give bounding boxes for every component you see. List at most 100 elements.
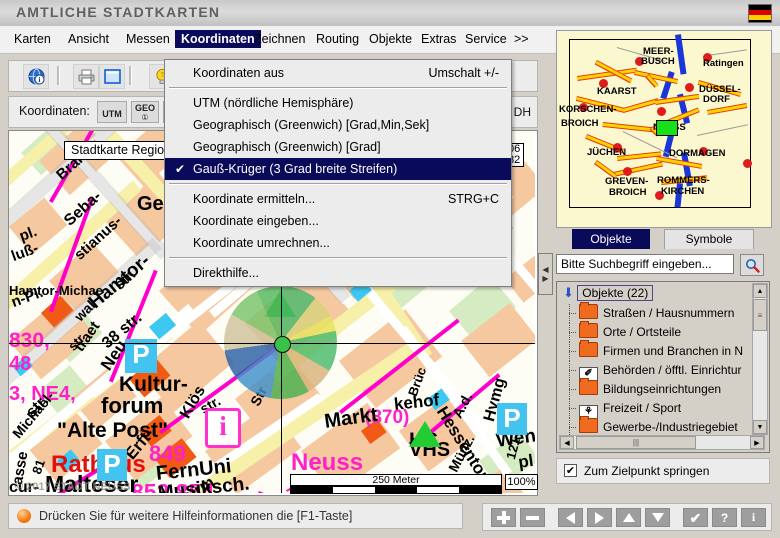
search-button[interactable] xyxy=(740,254,764,276)
river xyxy=(675,34,687,75)
overview-place-label: DORMAGEN xyxy=(669,148,726,159)
menu-item-extras[interactable]: Extras xyxy=(415,30,462,48)
dropdown-item-label: Koordinate eingeben... xyxy=(193,214,319,228)
panel-splitter-handle[interactable]: ◀ ▶ xyxy=(538,253,553,295)
tree-connector-tick xyxy=(569,427,576,429)
menu-item-service[interactable]: Service xyxy=(459,30,513,48)
dropdown-item-11[interactable]: Direkthilfe... xyxy=(165,262,511,284)
objects-tree[interactable]: ⬇ Objekte (22) Straßen / Hausnummern Orte … xyxy=(556,281,770,453)
koordinaten-dropdown-menu[interactable]: Koordinaten aus Umschalt +/- UTM (nördlich… xyxy=(164,59,512,287)
zoom-level-indicator[interactable]: 100% xyxy=(505,474,538,490)
menu-item-routing[interactable]: Routing xyxy=(310,30,365,48)
pan-right-button[interactable] xyxy=(587,508,612,527)
scroll-right-icon[interactable]: ▶ xyxy=(750,436,764,449)
info-button[interactable]: i xyxy=(741,508,766,527)
overview-place-label: KORSCHEN- xyxy=(559,104,617,115)
overview-place-label: GREVEN- xyxy=(605,176,649,187)
arrow-left-icon xyxy=(566,511,575,524)
dropdown-item-label: UTM (nördliche Hemisphäre) xyxy=(193,96,354,110)
printer-icon xyxy=(78,69,94,84)
dropdown-item-4[interactable]: Geographisch (Greenwich) [Grad] xyxy=(165,136,511,158)
map-info-button[interactable]: i xyxy=(23,64,49,89)
tab-objekte[interactable]: Objekte xyxy=(572,229,650,249)
magnifier-icon xyxy=(745,258,760,273)
dropdown-item-0[interactable]: Koordinaten aus Umschalt +/- xyxy=(165,62,511,84)
dropdown-item-9[interactable]: Koordinate umrechnen... xyxy=(165,232,511,254)
tree-item[interactable]: Firmen und Branchen in N xyxy=(557,340,753,361)
coordinate-label: Koordinaten: xyxy=(19,104,90,118)
dropdown-item-label: Koordinate ermitteln... xyxy=(193,192,316,206)
globe-info-icon: i xyxy=(28,68,44,85)
parking-icon-4: P xyxy=(497,403,527,435)
german-flag-icon[interactable] xyxy=(748,4,772,23)
tab-symbole[interactable]: Symbole xyxy=(664,229,754,249)
coord-utm-button[interactable]: UTM xyxy=(97,101,127,123)
window-button[interactable] xyxy=(99,64,125,89)
pan-left-button[interactable] xyxy=(558,508,583,527)
tree-item-label: Behörden / öfftl. Einrichtur xyxy=(603,363,742,377)
menu-item-zeichnen[interactable]: Zeichnen xyxy=(248,30,311,48)
jump-to-target-checkbox[interactable]: ✔ xyxy=(564,464,577,477)
scroll-down-icon[interactable]: ▼ xyxy=(753,420,767,434)
coord-geo1-button[interactable]: GEO ① xyxy=(131,101,159,123)
folder-icon xyxy=(579,340,598,357)
confirm-button[interactable]: ✔ xyxy=(683,508,708,527)
dropdown-item-7[interactable]: Koordinate ermitteln... STRG+C xyxy=(165,188,511,210)
help-button[interactable]: ? xyxy=(712,508,737,527)
down-arrow-icon: ⬇ xyxy=(563,285,574,300)
map-copyright: © 2017 STADT NEUSS xyxy=(15,481,131,493)
tree-vertical-scrollbar[interactable]: ▲ ≡ ▼ xyxy=(752,283,768,435)
dropdown-item-5[interactable]: ✔ Gauß-Krüger (3 Grad breite Streifen) xyxy=(165,158,511,180)
pan-up-button[interactable] xyxy=(616,508,641,527)
jump-to-target-label: Zum Zielpunkt springen xyxy=(584,464,710,478)
tab-objekte-label: Objekte xyxy=(590,232,632,246)
info-icon: i xyxy=(751,510,756,524)
zoom-out-button[interactable] xyxy=(520,508,545,527)
chevron-left-icon: ◀ xyxy=(542,265,549,274)
scale-bar-segments xyxy=(290,486,502,494)
menu-item-objekte[interactable]: Objekte xyxy=(363,30,418,48)
scroll-up-icon[interactable]: ▲ xyxy=(753,284,767,298)
scroll-left-icon[interactable]: ◀ xyxy=(560,436,574,449)
overview-place-label: KAARST xyxy=(597,86,637,97)
title-bar: AMTLICHE STADTKARTEN xyxy=(0,0,780,27)
folder-icon xyxy=(579,416,598,433)
dropdown-item-label: Gauß-Krüger (3 Grad breite Streifen) xyxy=(193,162,398,176)
folder-icon xyxy=(579,321,598,338)
overview-place-label: BROICH xyxy=(609,187,647,198)
arrow-up-icon xyxy=(622,513,635,522)
tree-item[interactable]: Bildungseinrichtungen xyxy=(557,378,753,399)
search-input[interactable] xyxy=(556,254,734,274)
tree-root-label: Objekte (22) xyxy=(577,285,654,301)
folder-icon xyxy=(579,302,598,319)
overview-map[interactable]: MEER- BUSCH Ratingen KAARST DÜSSEL- DORF KORSC… xyxy=(556,30,772,228)
map-label: pl. xyxy=(517,450,535,472)
target-point-marker[interactable] xyxy=(274,336,291,353)
menu-item-[interactable]: >> xyxy=(508,30,535,48)
menu-item-messen[interactable]: Messen xyxy=(120,30,176,48)
tab-symbole-label: Symbole xyxy=(685,232,733,246)
jump-to-target-row: ✔ Zum Zielpunkt springen xyxy=(556,458,770,484)
tree-item-label: Firmen und Branchen in N xyxy=(603,344,744,358)
dropdown-item-2[interactable]: UTM (nördliche Hemisphäre) xyxy=(165,92,511,114)
dropdown-item-3[interactable]: Geographisch (Greenwich) [Grad,Min,Sek] xyxy=(165,114,511,136)
question-icon: ? xyxy=(720,510,729,525)
tree-root[interactable]: ⬇ Objekte (22) xyxy=(563,284,654,302)
zoom-in-button[interactable] xyxy=(491,508,516,527)
scroll-thumb-horizontal[interactable]: ||| xyxy=(576,436,696,449)
scroll-thumb-vertical[interactable]: ≡ xyxy=(753,299,767,331)
tree-connector-tick xyxy=(569,351,576,353)
print-button[interactable] xyxy=(73,64,99,89)
search-row xyxy=(556,254,770,276)
dropdown-item-8[interactable]: Koordinate eingeben... xyxy=(165,210,511,232)
tree-horizontal-scrollbar[interactable]: ◀ ||| ▶ xyxy=(559,435,765,450)
current-extent-marker xyxy=(656,120,678,136)
objects-tree-content[interactable]: ⬇ Objekte (22) Straßen / Hausnummern Orte … xyxy=(557,282,753,437)
scale-bar-label: 250 Meter xyxy=(290,474,502,486)
overview-city-dot xyxy=(685,83,694,92)
menu-item-karten[interactable]: Karten xyxy=(8,30,57,48)
status-bar-text: Drücken Sie für weitere Hilfeinformation… xyxy=(39,509,353,523)
pan-down-button[interactable] xyxy=(645,508,670,527)
menu-item-ansicht[interactable]: Ansicht xyxy=(62,30,115,48)
info-poi-icon[interactable]: i xyxy=(205,408,241,448)
